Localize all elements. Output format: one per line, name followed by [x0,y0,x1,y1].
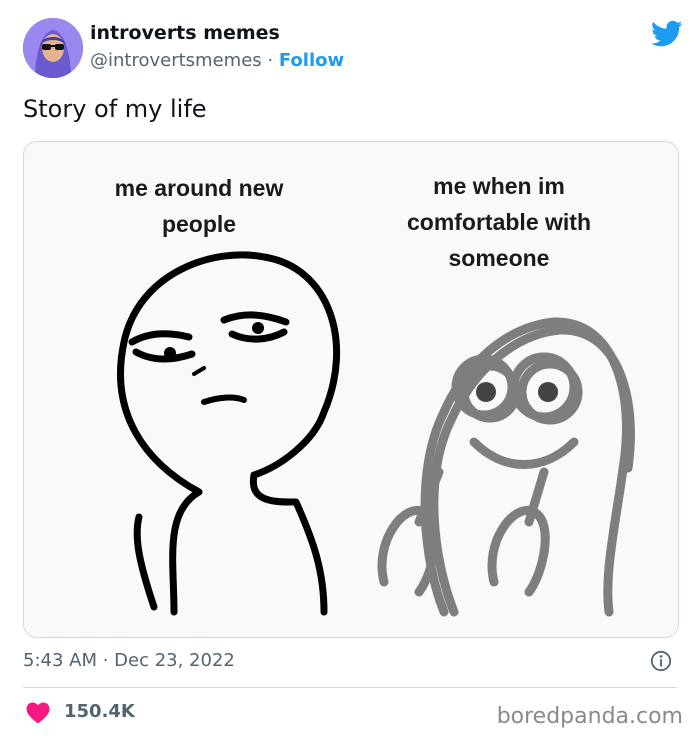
meme-image[interactable]: me around new people me when im comforta… [23,141,679,638]
author-name[interactable]: introverts memes [90,22,280,44]
author-handle[interactable]: @introvertsmemes [90,50,262,71]
left-caption: me around new people [114,175,284,237]
author-handle-row: @introvertsmemes · Follow [90,50,344,71]
avatar[interactable] [23,18,83,78]
separator-dot: · [267,50,274,71]
avatar-image [23,18,83,78]
info-icon[interactable] [650,650,672,672]
twitter-bird-icon[interactable] [651,20,683,48]
tweet-text: Story of my life [23,95,207,123]
tweet-timestamp[interactable]: 5:43 AM · Dec 23, 2022 [23,650,235,671]
right-caption: me when im comfortable with someone [406,173,591,271]
tweet-header: introverts memes @introvertsmemes · Foll… [23,18,683,82]
divider [23,687,677,688]
watermark: boredpanda.com [496,704,683,729]
follow-button[interactable]: Follow [279,50,344,71]
heart-icon[interactable] [26,702,50,724]
like-count[interactable]: 150.4K [64,701,135,722]
